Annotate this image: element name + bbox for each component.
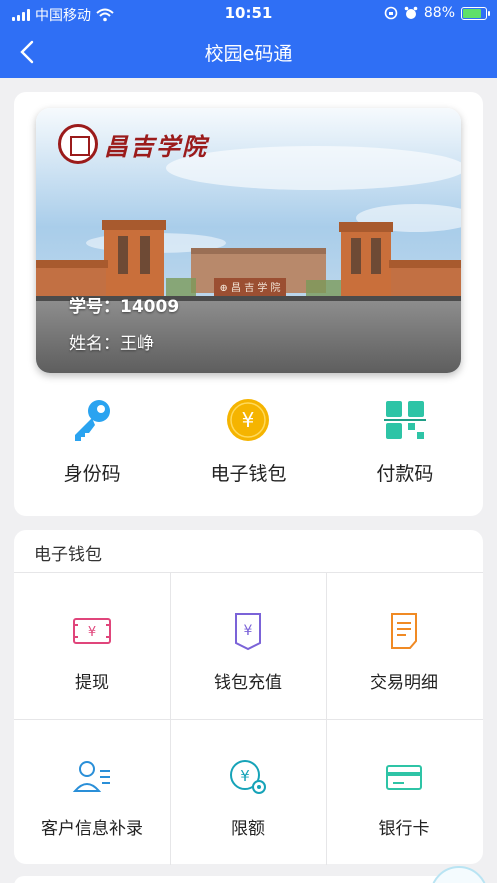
wallet-item-label: 提现 [75, 673, 109, 693]
campus-card[interactable]: ⊕ 昌 吉 学 院 昌吉学院 学号：14009 姓名：王峥 [36, 108, 461, 373]
campus-card-panel: ⊕ 昌 吉 学 院 昌吉学院 学号：14009 姓名：王峥 身份码 ¥ 电子钱包… [14, 92, 483, 516]
wallet-item-label: 银行卡 [378, 819, 430, 839]
transaction-details-icon [391, 613, 417, 649]
wallet-recharge-icon: ¥ [235, 613, 261, 651]
battery-icon [461, 6, 490, 20]
bank-card-icon [386, 765, 422, 790]
yuan-coin-icon: ¥ [227, 399, 270, 441]
limit-icon: ¥ [230, 760, 266, 794]
key-icon [75, 400, 111, 441]
wallet-item-bank-card[interactable]: 银行卡 [326, 719, 482, 865]
wallet-item-label: 客户信息补录 [41, 819, 143, 839]
qr-code-icon [383, 401, 426, 439]
withdraw-icon: ¥ [73, 618, 111, 644]
wallet-item-label: 钱包充值 [214, 673, 282, 693]
e-wallet-panel: 电子钱包 ¥ 提现 ¥ 钱包充值 交易明细 客户信息补录 ¥ 限额 银行卡 [14, 530, 483, 865]
wallet-item-label: 交易明细 [370, 673, 438, 693]
section-title: 电子钱包 [34, 545, 102, 565]
wallet-item-limit[interactable]: ¥ 限额 [170, 719, 326, 865]
wallet-item-withdraw[interactable]: ¥ 提现 [14, 573, 170, 719]
wallet-item-customer-info[interactable]: 客户信息补录 [14, 719, 170, 865]
header: 中国移动 10:51 88% 校园e码通 [0, 0, 497, 78]
quick-action-label: 电子钱包 [210, 463, 287, 485]
svg-text:¥: ¥ [242, 408, 255, 432]
page-title: 校园e码通 [204, 43, 293, 65]
quick-action-e-wallet[interactable]: ¥ 电子钱包 [170, 397, 326, 487]
wallet-item-transactions[interactable]: 交易明细 [326, 573, 482, 719]
alarm-icon [404, 6, 418, 19]
status-bar: 中国移动 10:51 88% [0, 0, 497, 28]
school-logo: 昌吉学院 [58, 124, 208, 164]
battery-percent: 88% [423, 5, 455, 21]
quick-action-pay-code[interactable]: 付款码 [327, 397, 483, 487]
nav-bar: 校园e码通 [0, 28, 497, 78]
school-name: 昌吉学院 [104, 131, 208, 161]
student-name: 姓名：王峥 [69, 334, 154, 354]
next-panel-peek [14, 876, 483, 883]
school-seal-icon [58, 124, 98, 164]
svg-text:¥: ¥ [244, 623, 253, 639]
customer-info-icon [72, 761, 110, 792]
quick-actions: 身份码 ¥ 电子钱包 付款码 [14, 397, 483, 487]
wallet-item-label: 限额 [231, 819, 265, 839]
student-id: 学号：14009 [69, 297, 180, 317]
svg-text:¥: ¥ [88, 625, 96, 640]
floating-assist-button[interactable] [430, 866, 488, 883]
quick-action-label: 付款码 [376, 463, 434, 485]
svg-text:⊕ 昌 吉 学 院: ⊕ 昌 吉 学 院 [219, 281, 280, 294]
wallet-item-recharge[interactable]: ¥ 钱包充值 [170, 573, 326, 719]
wallet-grid: ¥ 提现 ¥ 钱包充值 交易明细 客户信息补录 ¥ 限额 银行卡 [14, 572, 483, 865]
svg-text:¥: ¥ [240, 767, 250, 785]
rotation-lock-icon [384, 6, 398, 20]
quick-action-id-code[interactable]: 身份码 [14, 397, 170, 487]
quick-action-label: 身份码 [63, 463, 121, 485]
